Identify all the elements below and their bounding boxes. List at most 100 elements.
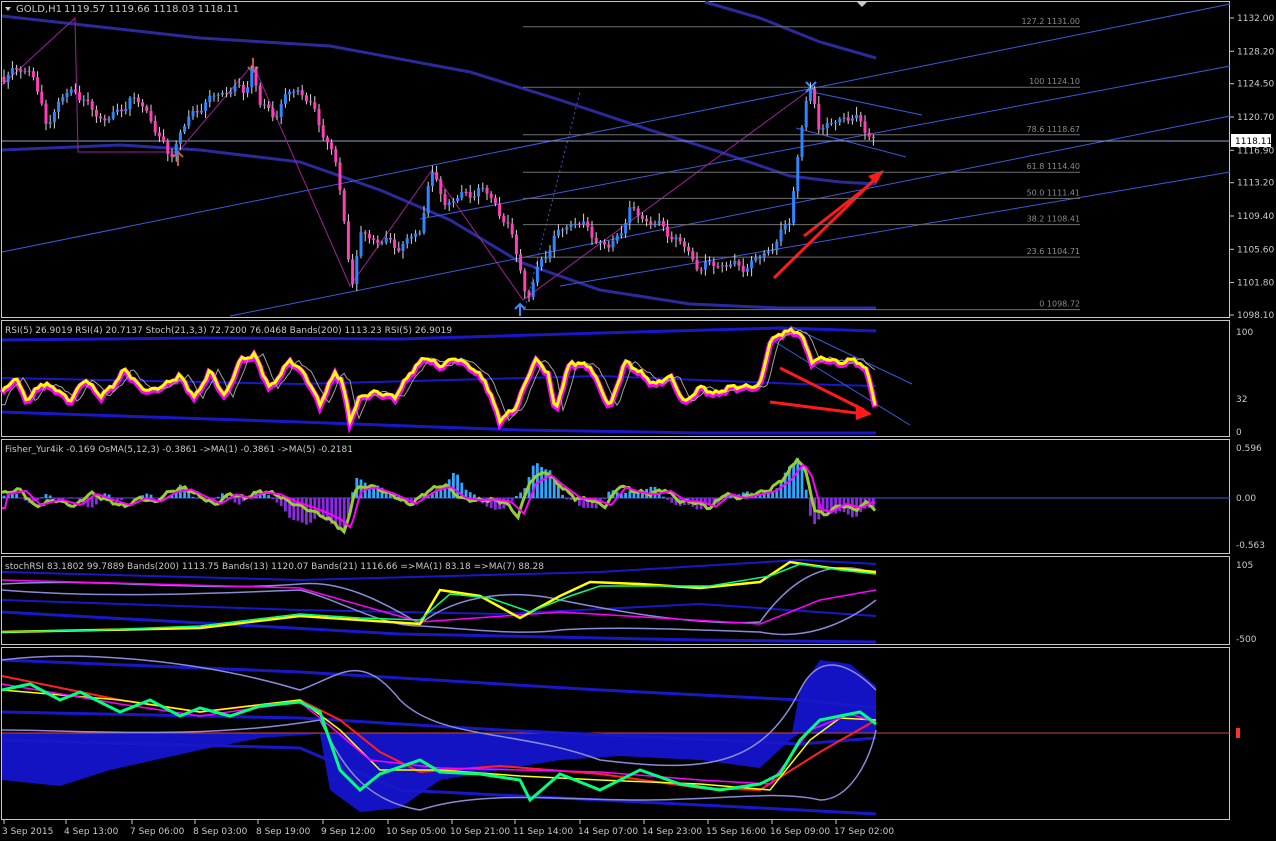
fisher-tick-label: 0.596 xyxy=(1236,444,1262,454)
candle-body xyxy=(409,236,413,239)
candle-body xyxy=(745,268,749,272)
candle-body xyxy=(10,68,14,75)
candle-body xyxy=(52,111,56,123)
osma-bar xyxy=(233,498,237,503)
candle-body xyxy=(183,125,187,133)
time-tick-label: 9 Sep 12:00 xyxy=(321,827,376,837)
candle-body xyxy=(796,156,800,192)
candle-body xyxy=(48,122,52,124)
osma-bar xyxy=(15,494,18,498)
candle-body xyxy=(120,109,124,112)
candle-body xyxy=(128,97,132,109)
time-axis: 3 Sep 2015 4 Sep 13:00 7 Sep 06:00 8 Sep 03… xyxy=(2,820,894,837)
pivot-arrow-up xyxy=(172,150,184,166)
rsi-tick-label: 100 xyxy=(1236,328,1253,338)
bottom-zero-marker xyxy=(1236,728,1240,738)
channel-bottom-line xyxy=(559,171,1231,287)
candle-body xyxy=(510,223,514,235)
candle-body xyxy=(552,235,556,251)
main-pane[interactable]: 127.2 1131.00 100 1124.10 78.6 1118.67 61.8… xyxy=(1,0,1275,321)
stochrsi-signal-line xyxy=(1,563,877,633)
candle-body xyxy=(741,265,745,272)
osma-bar xyxy=(237,498,241,505)
stochrsi-pane[interactable]: stochRSI 83.1802 99.7889 Bands(200) 1113… xyxy=(1,556,1257,646)
candle-body xyxy=(292,91,296,93)
osma-bar xyxy=(662,496,665,498)
osma-bar xyxy=(300,498,304,523)
candle-body xyxy=(246,87,250,93)
candle-body xyxy=(225,92,229,94)
candle-body xyxy=(703,261,707,270)
candle-body xyxy=(351,259,355,285)
price-tick-label: 1132.00 xyxy=(1237,14,1274,24)
candle-body xyxy=(380,242,384,244)
candle-body xyxy=(640,215,644,219)
time-tick-label: 10 Sep 21:00 xyxy=(450,827,510,837)
osma-bar xyxy=(338,498,342,529)
candle-body xyxy=(787,223,791,225)
candle-body xyxy=(418,232,422,234)
candle-body xyxy=(535,266,539,283)
candle-body xyxy=(485,187,489,194)
candle-body xyxy=(19,69,23,72)
candle-body xyxy=(468,192,472,198)
candle-body xyxy=(69,89,73,93)
time-tick-label: 7 Sep 06:00 xyxy=(130,827,185,837)
price-tick-label: 1128.20 xyxy=(1237,47,1274,57)
candle-body xyxy=(846,117,850,121)
candle-body xyxy=(397,248,401,251)
osma-bar xyxy=(473,494,476,498)
fibo-level-label: 61.8 1114.40 xyxy=(1027,162,1080,171)
candle-body xyxy=(31,71,35,78)
candle-body xyxy=(258,85,262,105)
dotted-trend-line xyxy=(524,91,581,309)
time-tick-label: 14 Sep 23:00 xyxy=(642,827,702,837)
candle-body xyxy=(283,94,287,104)
candle-body xyxy=(754,257,758,261)
candle-body xyxy=(212,95,216,97)
candle-body xyxy=(99,116,103,119)
time-tick-label: 8 Sep 03:00 xyxy=(193,827,248,837)
osma-bar xyxy=(603,498,606,499)
time-tick-label: 14 Sep 07:00 xyxy=(578,827,638,837)
fibo-level-label: 78.6 1118.67 xyxy=(1027,125,1080,134)
candle-body xyxy=(141,102,145,107)
main-pane-frame xyxy=(1,1,1230,318)
candle-body xyxy=(61,97,65,102)
candle-body xyxy=(15,68,19,70)
candle-body xyxy=(153,120,157,133)
fisher-pane[interactable]: Fisher_Yur4ik -0.169 OsMA(5,12,3) -0.386… xyxy=(1,439,1266,554)
candle-body xyxy=(372,238,376,240)
candle-body xyxy=(842,117,846,119)
candle-body xyxy=(531,282,535,297)
candle-body xyxy=(733,261,737,265)
fisher-header: Fisher_Yur4ik -0.169 OsMA(5,12,3) -0.386… xyxy=(5,445,353,455)
osma-bar xyxy=(48,495,52,498)
price-tick-label: 1120.70 xyxy=(1237,113,1274,123)
candle-body xyxy=(859,114,863,122)
candle-body xyxy=(850,118,854,121)
candle-body xyxy=(254,68,258,86)
stochrsi-main-line xyxy=(1,560,877,634)
candle-body xyxy=(330,142,334,150)
candle-body xyxy=(544,258,548,260)
candle-body xyxy=(124,108,128,112)
candle-body xyxy=(405,238,409,244)
candle-body xyxy=(561,229,565,231)
fibo-level-label: 38.2 1108.41 xyxy=(1027,215,1080,224)
bottom-pane[interactable] xyxy=(1,647,1241,820)
candle-body xyxy=(78,92,82,101)
time-tick-label: 15 Sep 16:00 xyxy=(706,827,766,837)
candle-body xyxy=(863,121,867,133)
rsi-pane[interactable]: RSI(5) 26.9019 RSI(4) 20.7137 Stoch(21,3… xyxy=(0,320,1254,439)
candle-body xyxy=(157,132,161,137)
fibo-level-label: 127.2 1131.00 xyxy=(1021,17,1080,26)
candle-body xyxy=(607,244,611,248)
candle-body xyxy=(569,224,573,228)
candle-body xyxy=(334,149,338,163)
osma-bar xyxy=(779,480,783,498)
candle-body xyxy=(27,70,31,72)
symbol-dropdown-icon[interactable] xyxy=(5,7,11,11)
triangle-lower-line xyxy=(795,127,907,158)
candle-body xyxy=(216,94,220,96)
